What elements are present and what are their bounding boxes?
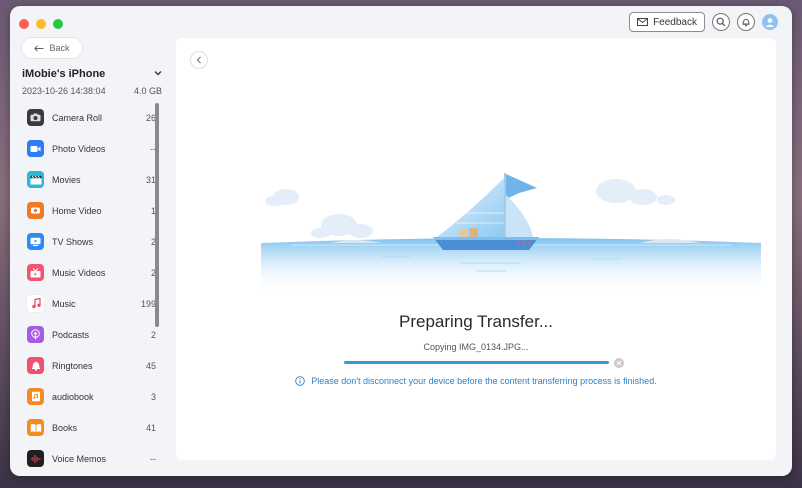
music-video-icon [27, 264, 44, 281]
chevron-down-icon[interactable] [154, 70, 162, 76]
sidebar-item-count: 41 [145, 422, 156, 433]
sidebar-item-camera-roll[interactable]: Camera Roll 26 [22, 102, 158, 133]
feedback-button[interactable]: Feedback [629, 12, 705, 32]
ringtone-bell-icon [27, 357, 44, 374]
sidebar-item-count: 3 [150, 391, 156, 402]
notification-button[interactable] [737, 13, 755, 31]
sailboat-illustration [261, 173, 761, 293]
arrow-left-icon [34, 44, 44, 52]
window-controls [19, 19, 63, 29]
main-panel: Preparing Transfer... Copying IMG_0134.J… [176, 38, 776, 460]
zoom-window-button[interactable] [53, 19, 63, 29]
transfer-status-title: Preparing Transfer... [398, 312, 554, 331]
waveform-icon [27, 450, 44, 467]
sidebar-list: Camera Roll 26 Photo Videos -- Movies 31… [22, 102, 158, 474]
sidebar-item-count: 2 [150, 329, 156, 340]
sidebar-item-count: 45 [145, 360, 156, 371]
audiobook-icon [27, 388, 44, 405]
close-window-button[interactable] [19, 19, 29, 29]
sidebar-item-ringtones[interactable]: Ringtones 45 [22, 350, 158, 381]
search-button[interactable] [712, 13, 730, 31]
sidebar-item-audiobook[interactable]: audiobook 3 [22, 381, 158, 412]
sidebar-item-label: TV Shows [52, 236, 94, 247]
sidebar-item-label: Music Videos [52, 267, 106, 278]
app-window: Feedback Back iMobie's iPhone 2023-10-26… [10, 6, 792, 476]
podcast-icon [27, 326, 44, 343]
sidebar-item-photo-videos[interactable]: Photo Videos -- [22, 133, 158, 164]
tv-icon [27, 233, 44, 250]
cancel-transfer-button[interactable] [614, 358, 624, 368]
device-capacity: 4.0 GB [134, 86, 163, 96]
transfer-status-subtitle: Copying IMG_0134.JPG... [423, 342, 529, 352]
sidebar-item-home-video[interactable]: Home Video 1 [22, 195, 158, 226]
info-icon [295, 376, 306, 386]
transfer-progress-fill [344, 361, 609, 364]
transfer-progress-bar [344, 361, 609, 364]
book-icon [27, 419, 44, 436]
sidebar-item-label: audiobook [52, 391, 94, 402]
sidebar-item-label: Camera Roll [52, 112, 103, 123]
chevron-left-icon [196, 56, 201, 64]
mail-icon [637, 18, 649, 26]
clapperboard-icon [27, 171, 44, 188]
sidebar-item-label: Podcasts [52, 329, 90, 340]
device-name[interactable]: iMobie's iPhone [22, 68, 105, 80]
sidebar-item-podcasts[interactable]: Podcasts 2 [22, 319, 158, 350]
sidebar-item-label: Photo Videos [52, 143, 106, 154]
sidebar-item-label: Music [52, 298, 76, 309]
sidebar-item-music[interactable]: Music 199 [22, 288, 158, 319]
disconnect-warning-text: Please don't disconnect your device befo… [311, 376, 657, 386]
search-icon [716, 17, 726, 27]
sidebar-item-count: -- [150, 453, 156, 464]
top-actions: Feedback [629, 12, 778, 32]
sidebar-item-label: Movies [52, 174, 81, 185]
back-label: Back [49, 43, 70, 53]
sidebar-scrollbar[interactable] [155, 103, 159, 327]
sidebar-item-label: Books [52, 422, 78, 433]
collapse-sidebar-button[interactable] [190, 51, 208, 69]
account-avatar[interactable] [762, 14, 778, 30]
minimize-window-button[interactable] [36, 19, 46, 29]
sidebar-item-tv-shows[interactable]: TV Shows 2 [22, 226, 158, 257]
camera-icon [27, 109, 44, 126]
video-camera-icon [27, 140, 44, 157]
device-date: 2023-10-26 14:38:04 [22, 86, 106, 96]
bell-icon [742, 18, 750, 27]
sidebar-item-music-videos[interactable]: Music Videos 2 [22, 257, 158, 288]
sidebar-item-label: Voice Memos [52, 453, 107, 464]
close-icon [616, 360, 622, 366]
back-button[interactable]: Back [22, 38, 82, 58]
sidebar-item-count: 199 [140, 298, 156, 309]
home-video-icon [27, 202, 44, 219]
sidebar-item-label: Home Video [52, 205, 102, 216]
sidebar-item-voice-memos[interactable]: Voice Memos -- [22, 443, 158, 474]
sidebar-item-label: Ringtones [52, 360, 93, 371]
sidebar-item-books[interactable]: Books 41 [22, 412, 158, 443]
user-icon [765, 18, 775, 27]
disconnect-warning: Please don't disconnect your device befo… [176, 376, 776, 386]
sidebar-item-movies[interactable]: Movies 31 [22, 164, 158, 195]
music-note-icon [27, 295, 44, 312]
feedback-label: Feedback [653, 16, 697, 28]
